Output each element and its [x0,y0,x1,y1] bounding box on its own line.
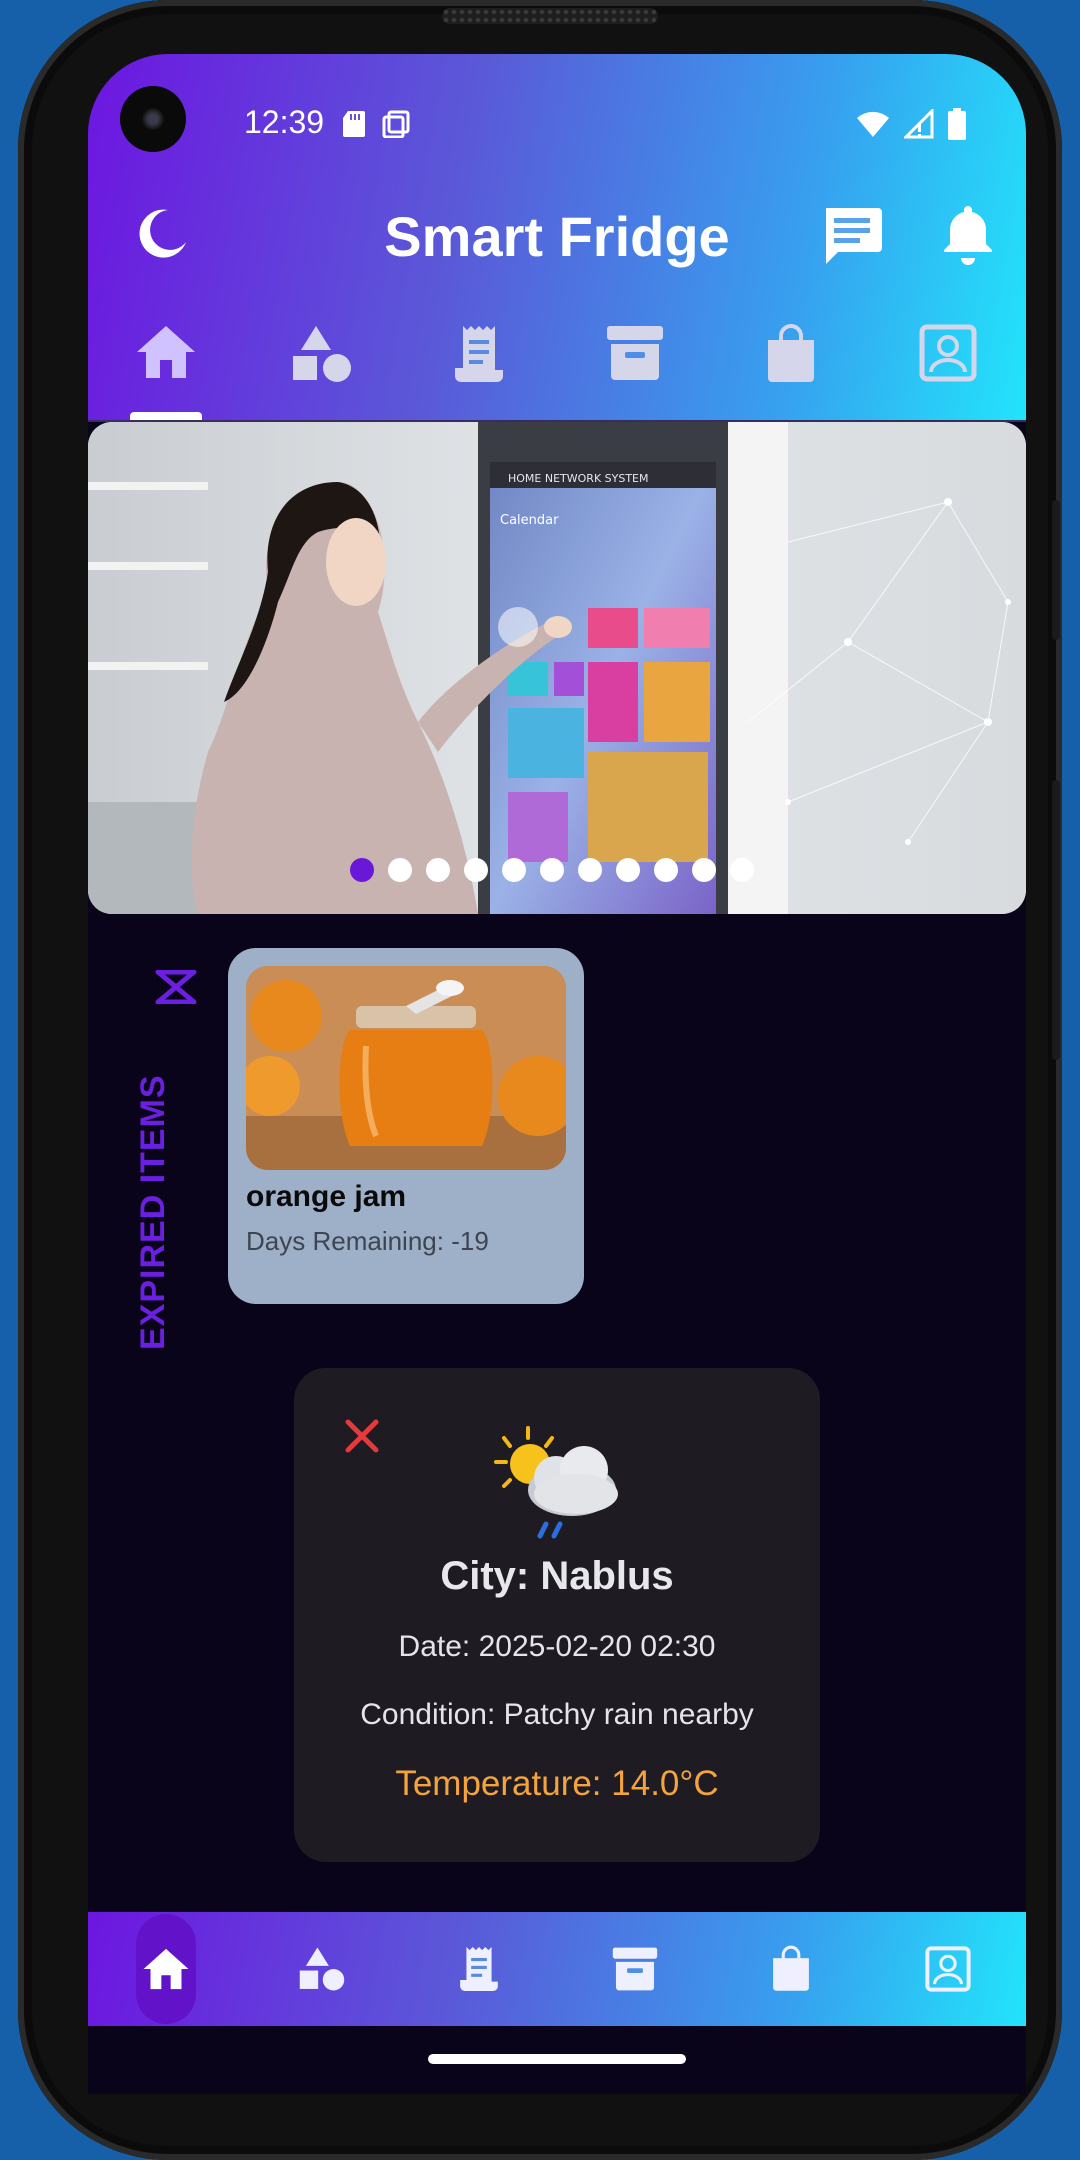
contact-icon [925,1946,971,1992]
bottom-nav-profile[interactable] [870,1912,1026,2026]
app-screen: 12:39 Smart Fridge HOME NETWORK SYSTEM C… [88,54,1026,2094]
smart-fridge-banner-image: HOME NETWORK SYSTEM Calendar [88,422,1026,914]
app-title: Smart Fridge [384,205,730,268]
bell-icon [944,206,992,265]
expired-items-label: EXPIRED ITEMS [134,1074,172,1350]
front-camera [120,86,186,152]
shapes-icon [293,326,352,382]
shopping-bag-icon [768,324,815,382]
tab-storage[interactable] [557,318,713,418]
bottom-nav-storage[interactable] [557,1912,713,2026]
carousel-dot[interactable] [616,858,640,882]
screen-copy-icon [382,110,410,138]
top-tab-bar [88,318,1026,420]
weather-card: City: Nablus Date: 2025-02-20 02:30 Cond… [294,1368,820,1862]
contact-icon [919,324,977,382]
home-icon [137,326,196,378]
receipt-icon [459,1947,498,1991]
receipt-icon [454,326,503,382]
carousel-dot[interactable] [730,858,754,882]
app-header: 12:39 Smart Fridge [88,54,1026,420]
status-time: 12:39 [244,104,325,140]
orange-jam-image [246,966,566,1170]
item-name: orange jam [246,1180,407,1213]
volume-button [1052,500,1060,640]
carousel-dot[interactable] [692,858,716,882]
earpiece-speaker [442,8,658,24]
chat-button[interactable] [820,204,884,268]
tab-categories[interactable] [244,318,400,418]
battery-icon [948,108,966,140]
close-icon [345,1419,379,1453]
notifications-button[interactable] [936,202,1000,266]
archive-icon [607,326,664,380]
status-icons-left [342,110,410,138]
tab-shopping[interactable] [713,318,869,418]
chat-icon [826,208,882,264]
shapes-icon [300,1947,345,1991]
wifi-icon [857,111,889,137]
weather-city: City: Nablus [440,1554,674,1598]
archive-icon [612,1947,658,1991]
carousel-dot[interactable] [540,858,564,882]
bottom-nav-recipes[interactable] [401,1912,557,2026]
expired-items-header: EXPIRED ITEMS [118,964,197,1364]
carousel-indicator [350,858,754,882]
power-button [1052,780,1060,1060]
tab-home[interactable] [88,318,244,420]
bottom-nav-home[interactable] [88,1912,244,2026]
home-icon [143,1948,189,1990]
carousel-dot[interactable] [578,858,602,882]
tab-profile[interactable] [870,318,1026,418]
status-icons-right [856,108,966,140]
item-image [246,966,566,1170]
weather-date: Date: 2025-02-20 02:30 [398,1630,716,1663]
carousel-dot-active[interactable] [350,858,374,882]
banner-screen-heading: HOME NETWORK SYSTEM [508,472,649,485]
item-days-remaining: Days Remaining: -19 [246,1226,489,1256]
bottom-nav-categories[interactable] [244,1912,400,2026]
tab-recipes[interactable] [401,318,557,418]
cell-signal-icon [904,109,934,139]
sd-card-icon [343,111,365,137]
phone-frame: 12:39 Smart Fridge HOME NETWORK SYSTEM C… [18,0,1062,2160]
carousel-dot[interactable] [388,858,412,882]
close-weather-button[interactable] [342,1416,382,1456]
shopping-bag-icon [773,1945,810,1991]
carousel-dot[interactable] [502,858,526,882]
sun-behind-rain-cloud-icon [494,1426,618,1539]
promo-carousel[interactable]: HOME NETWORK SYSTEM Calendar [88,422,1026,914]
weather-condition: Condition: Patchy rain nearby [360,1698,754,1731]
bottom-navigation [88,1912,1026,2026]
infinity-icon [155,970,197,1004]
carousel-dot[interactable] [464,858,488,882]
expired-item-card[interactable]: orange jam Days Remaining: -19 [228,948,584,1304]
banner-screen-calendar: Calendar [500,513,559,528]
gesture-home-indicator[interactable] [428,2054,686,2064]
carousel-dot[interactable] [654,858,678,882]
weather-temperature: Temperature: 14.0°C [395,1764,719,1803]
active-tab-indicator [130,412,203,420]
bottom-nav-shopping[interactable] [713,1912,869,2026]
carousel-dot[interactable] [426,858,450,882]
